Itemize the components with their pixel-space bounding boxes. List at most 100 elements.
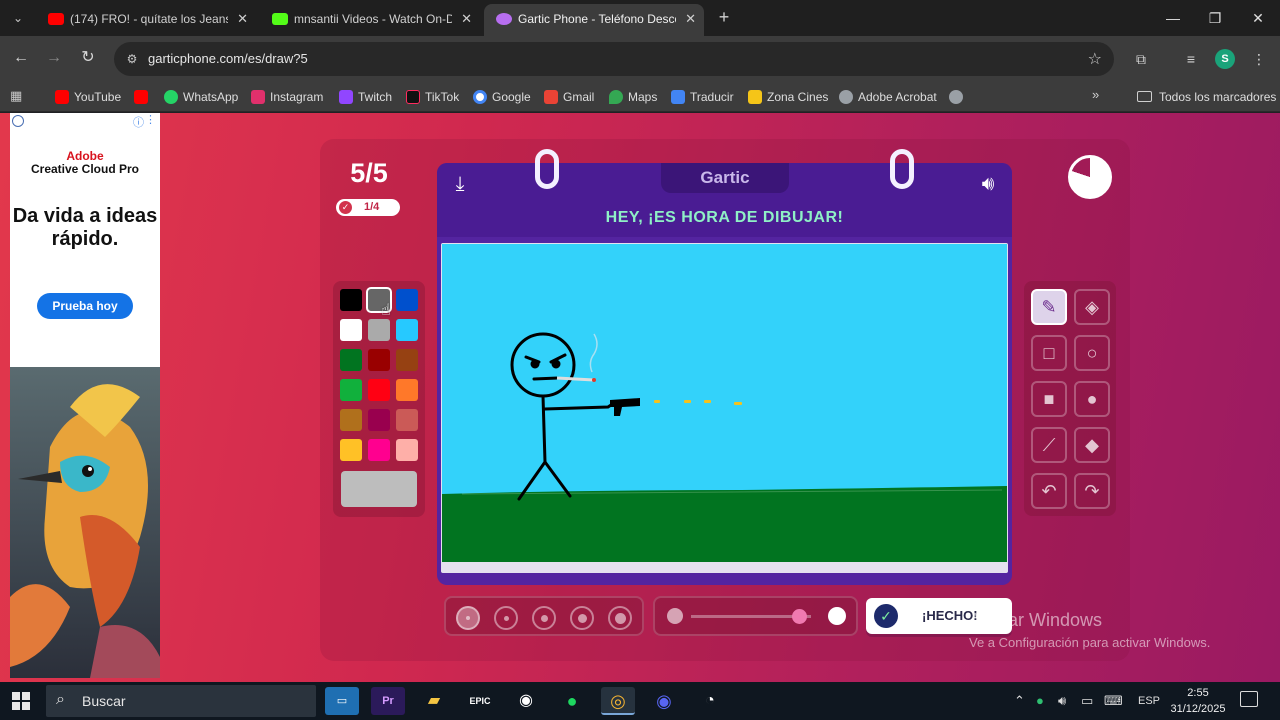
color-swatch[interactable]	[396, 319, 418, 341]
color-swatch[interactable]	[340, 349, 362, 371]
brush-size-button[interactable]	[608, 606, 632, 630]
circle-filled-icon[interactable]: ●	[1074, 381, 1110, 417]
bookmark-translate[interactable]: Traducir	[671, 87, 734, 107]
adobe-advertisement[interactable]: ⓘ ⋮ Adobe Creative Cloud Pro Da vida a i…	[10, 113, 160, 678]
opacity-handle[interactable]	[792, 609, 807, 624]
taskbar-search[interactable]: ⌕ Buscar	[46, 685, 316, 717]
bookmark-instagram[interactable]: Instagram	[251, 87, 323, 107]
tab-gartic-phone[interactable]: Gartic Phone - Teléfono Descor ✕	[484, 4, 704, 36]
color-swatch[interactable]	[368, 439, 390, 461]
file-explorer-icon[interactable]: ▰	[417, 687, 451, 715]
steam-icon[interactable]: ◉	[509, 687, 543, 715]
tray-overflow-icon[interactable]: ⌃	[1014, 693, 1025, 709]
keyboard-icon[interactable]: ⌨	[1104, 693, 1123, 709]
new-tab-button[interactable]: +	[714, 7, 734, 27]
square-outline-icon[interactable]: □	[1031, 335, 1067, 371]
square-filled-icon[interactable]: ■	[1031, 381, 1067, 417]
color-swatch[interactable]	[396, 379, 418, 401]
language-indicator[interactable]: ESP	[1138, 695, 1160, 707]
color-swatch[interactable]	[340, 379, 362, 401]
color-swatch[interactable]	[396, 289, 418, 311]
profile-avatar[interactable]: S	[1215, 49, 1235, 69]
back-arrow-icon[interactable]: ←	[10, 47, 32, 69]
color-swatch[interactable]	[368, 319, 390, 341]
bookmark-zona-cines[interactable]: Zona Cines	[748, 87, 828, 107]
bookmark-gmail[interactable]: Gmail	[544, 87, 594, 107]
taskbar-clock[interactable]: 2:55 31/12/2025	[1168, 685, 1228, 717]
spotify-icon[interactable]: ●	[555, 687, 589, 715]
bookmark-tiktok[interactable]: TikTok	[406, 87, 459, 107]
tab-youtube[interactable]: (174) FRO! - quítate los Jeans (V ✕	[36, 4, 256, 36]
color-swatch[interactable]	[368, 409, 390, 431]
close-icon[interactable]: ✕	[685, 4, 696, 34]
bookmark-whatsapp[interactable]: WhatsApp	[164, 87, 238, 107]
color-swatch[interactable]	[368, 379, 390, 401]
ad-menu-icon[interactable]: ⋮	[145, 113, 156, 126]
line-icon[interactable]: ⟋	[1031, 427, 1067, 463]
media-controls-icon[interactable]: ≡	[1180, 48, 1202, 70]
redo-icon[interactable]: ↷	[1074, 473, 1110, 509]
bookmark-google[interactable]: Google	[473, 87, 531, 107]
extensions-icon[interactable]: ⧉	[1130, 48, 1152, 70]
bookmark-star-icon[interactable]: ☆	[1088, 49, 1102, 69]
chrome-icon[interactable]: ◎	[601, 687, 635, 715]
bookmark-twitch[interactable]: Twitch	[339, 87, 392, 107]
reload-icon[interactable]: ↻	[77, 47, 99, 69]
url-text[interactable]: garticphone.com/es/draw?5	[148, 51, 308, 66]
apps-grid-icon[interactable]: ▦	[10, 88, 22, 104]
color-swatch[interactable]	[340, 319, 362, 341]
brush-size-button[interactable]	[570, 606, 594, 630]
minimize-button[interactable]: —	[1160, 6, 1186, 30]
premiere-pro-icon[interactable]: Pr	[371, 687, 405, 715]
bookmark-youtube[interactable]: YouTube	[55, 87, 121, 107]
circle-outline-icon[interactable]: ○	[1074, 335, 1110, 371]
ad-choices-icon[interactable]	[12, 115, 24, 127]
drawing-canvas[interactable]	[442, 244, 1007, 562]
discord-icon[interactable]: ◉	[647, 687, 681, 715]
color-swatch[interactable]	[368, 349, 390, 371]
paint-bucket-icon[interactable]: ◆	[1074, 427, 1110, 463]
ad-info-icon[interactable]: ⓘ	[133, 114, 144, 130]
windows-start-icon[interactable]	[12, 692, 30, 710]
maximize-button[interactable]: ❐	[1202, 6, 1228, 30]
obs-icon[interactable]: ◔	[693, 687, 727, 715]
color-swatch[interactable]	[340, 409, 362, 431]
brush-size-button[interactable]	[494, 606, 518, 630]
bookmark-maps[interactable]: Maps	[609, 87, 657, 107]
network-icon[interactable]: ▭	[1081, 693, 1093, 709]
color-swatch[interactable]	[340, 439, 362, 461]
tray-app-icon[interactable]: ●	[1036, 693, 1044, 708]
all-bookmarks-folder[interactable]: Todos los marcadores	[1137, 87, 1276, 107]
taskbar-app-icon[interactable]: ▭	[325, 687, 359, 715]
ad-cta-button[interactable]: Prueba hoy	[37, 293, 133, 319]
brush-size-button[interactable]	[532, 606, 556, 630]
site-info-icon[interactable]: ⚙	[124, 51, 140, 67]
color-swatch[interactable]	[396, 439, 418, 461]
opacity-slider[interactable]	[653, 596, 858, 636]
bookmark-adobe-acrobat[interactable]: Adobe Acrobat	[839, 87, 937, 107]
notifications-icon[interactable]	[1240, 691, 1258, 707]
color-swatch[interactable]	[340, 289, 362, 311]
sound-icon[interactable]: 🔊︎	[974, 170, 1002, 198]
color-swatch[interactable]	[341, 471, 417, 507]
bookmark-youtube-2[interactable]	[134, 87, 153, 107]
undo-icon[interactable]: ↶	[1031, 473, 1067, 509]
address-bar[interactable]: ⚙ garticphone.com/es/draw?5 ☆	[114, 42, 1114, 76]
download-icon[interactable]: ⤓	[447, 171, 473, 197]
eraser-icon[interactable]: ◈	[1074, 289, 1110, 325]
pencil-icon[interactable]: ✎	[1031, 289, 1067, 325]
close-icon[interactable]: ✕	[461, 4, 472, 34]
tab-search-menu-icon[interactable]: ⌄	[8, 8, 28, 28]
volume-icon[interactable]: 🔊︎	[1058, 693, 1066, 709]
close-icon[interactable]: ✕	[237, 4, 248, 34]
color-swatch[interactable]	[396, 409, 418, 431]
epic-games-icon[interactable]: EPIC	[463, 687, 497, 715]
tab-kick[interactable]: mnsantii Videos - Watch On-De ✕	[260, 4, 480, 36]
color-swatch[interactable]	[396, 349, 418, 371]
brush-size-button[interactable]	[456, 606, 480, 630]
forward-arrow-icon[interactable]: →	[43, 47, 65, 69]
menu-kebab-icon[interactable]: ⋮	[1248, 48, 1270, 70]
bookmarks-overflow-icon[interactable]: »	[1092, 87, 1099, 102]
close-window-button[interactable]: ✕	[1245, 6, 1271, 30]
bookmark-globe[interactable]	[949, 87, 968, 107]
